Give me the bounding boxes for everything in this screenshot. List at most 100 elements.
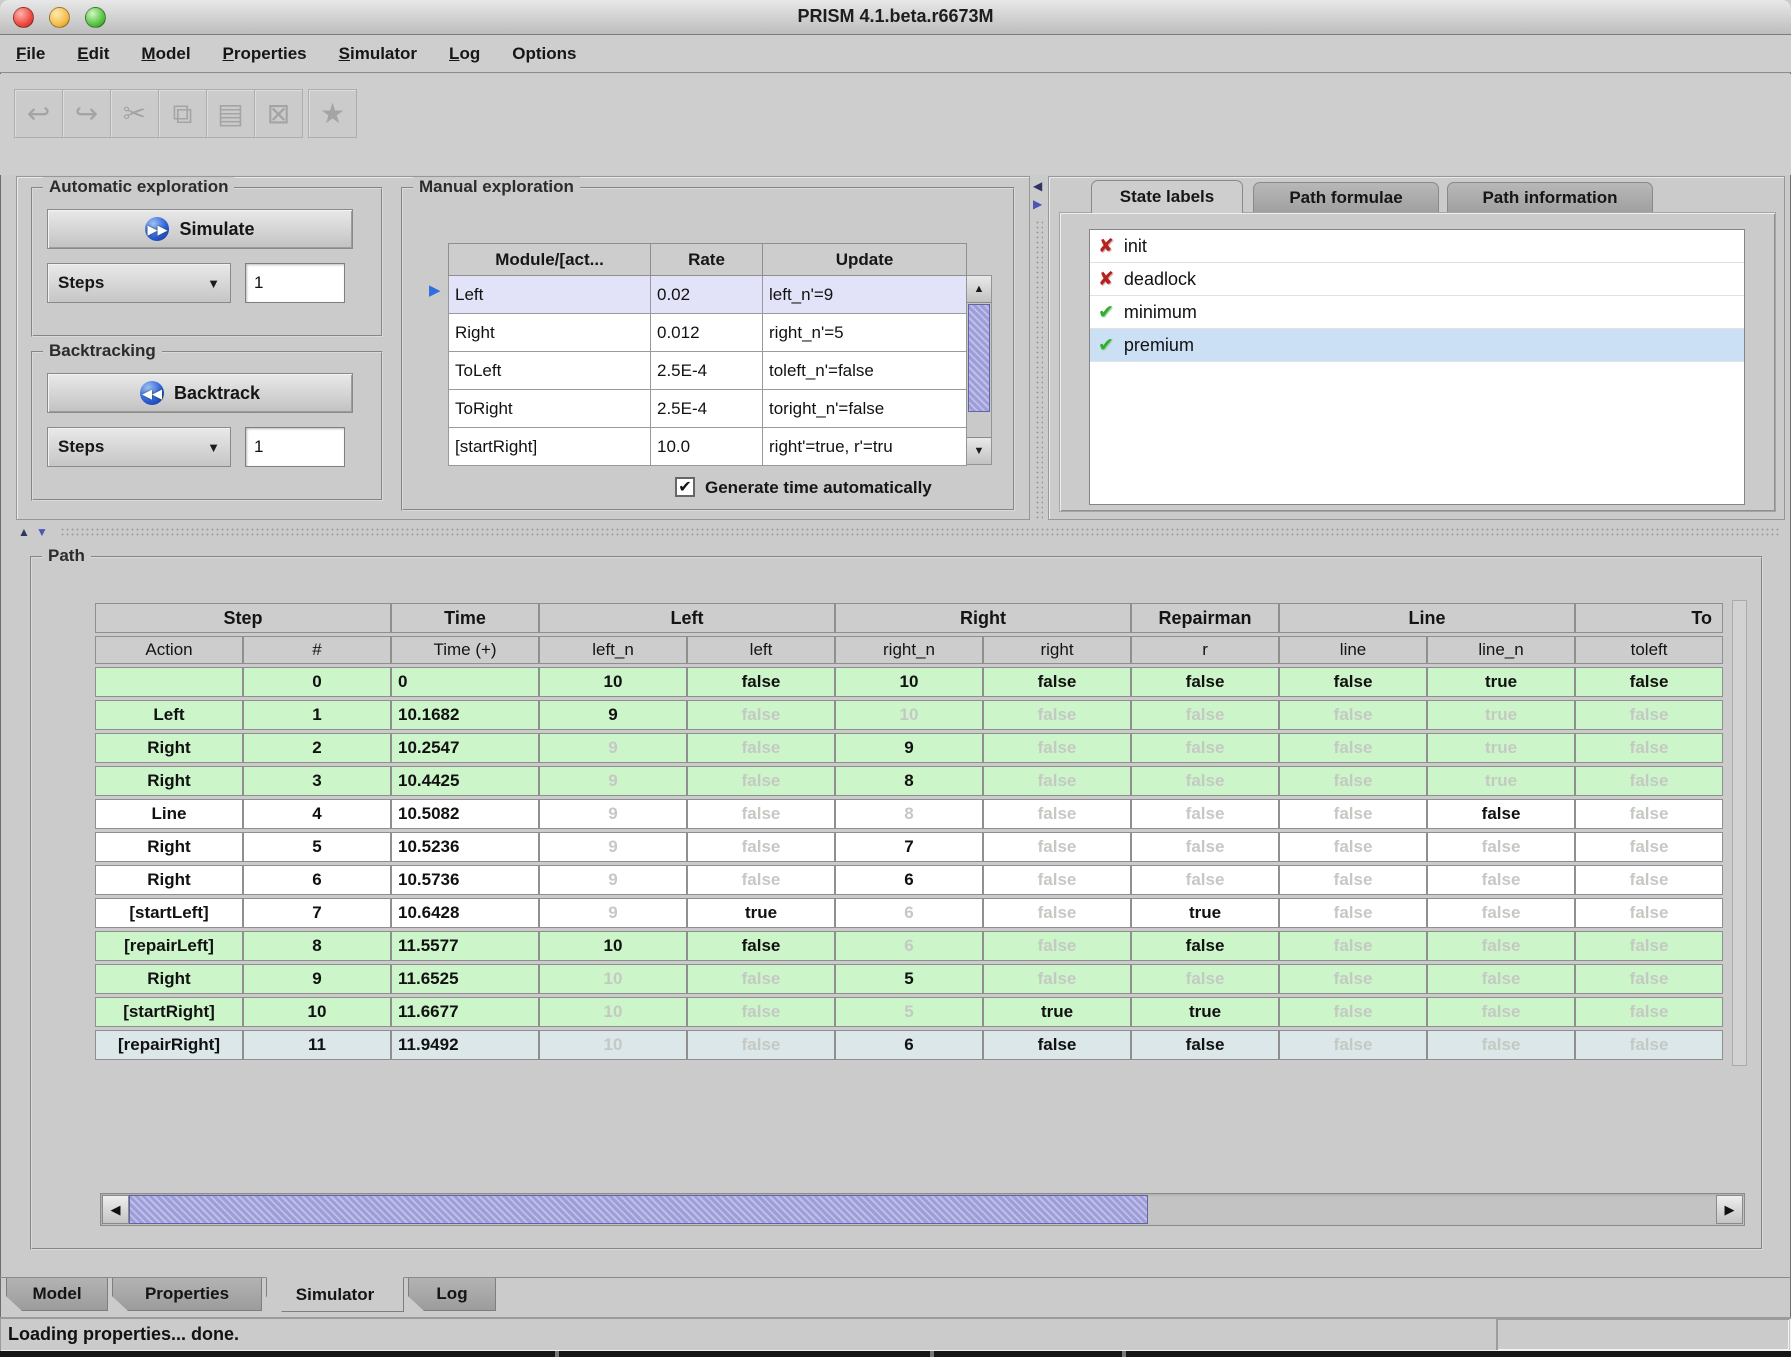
path-cell[interactable]: false (1279, 964, 1427, 994)
path-cell[interactable]: true (1131, 898, 1279, 928)
path-cell[interactable]: false (1427, 964, 1575, 994)
path-cell[interactable]: 6 (835, 931, 983, 961)
path-cell[interactable]: 10 (539, 931, 687, 961)
path-cell[interactable]: false (1575, 733, 1723, 763)
path-table-row[interactable]: Left110.16829false10falsefalsefalsetruef… (95, 700, 1723, 730)
path-cell[interactable]: 9 (539, 832, 687, 862)
path-cell[interactable]: false (1279, 799, 1427, 829)
paste-button[interactable]: ▤ (206, 89, 255, 138)
path-cell[interactable]: false (1575, 898, 1723, 928)
path-cell[interactable]: false (1575, 997, 1723, 1027)
path-cell[interactable]: false (1427, 997, 1575, 1027)
simulate-button[interactable]: ▶▶ Simulate (47, 209, 353, 249)
path-cell[interactable]: false (1427, 1030, 1575, 1060)
path-cell[interactable]: 7 (835, 832, 983, 862)
state-label-item-init[interactable]: ✘init (1090, 230, 1744, 263)
path-cell[interactable]: 3 (243, 766, 391, 796)
path-col-header[interactable]: left (687, 636, 835, 664)
path-cell[interactable]: true (1427, 667, 1575, 697)
path-cell[interactable]: false (687, 964, 835, 994)
path-group-header-line[interactable]: Line (1279, 603, 1575, 633)
path-cell[interactable]: [repairLeft] (95, 931, 243, 961)
path-cell[interactable]: false (1131, 832, 1279, 862)
path-cell[interactable]: 10 (539, 997, 687, 1027)
path-cell[interactable]: false (1427, 832, 1575, 862)
manual-table-row[interactable]: ToRight2.5E-4toright_n'=false (449, 390, 967, 428)
path-table-row[interactable]: Right510.52369false7falsefalsefalsefalse… (95, 832, 1723, 862)
path-cell[interactable]: [repairRight] (95, 1030, 243, 1060)
path-col-header[interactable]: Time (+) (391, 636, 539, 664)
manual-col-header[interactable]: Module/[act... (449, 244, 651, 276)
tab-path-information[interactable]: Path information (1447, 182, 1653, 213)
path-cell[interactable]: false (1279, 667, 1427, 697)
menu-item-simulator[interactable]: Simulator (339, 44, 417, 64)
path-cell[interactable]: false (1279, 733, 1427, 763)
path-cell[interactable] (95, 667, 243, 697)
path-cell[interactable]: 9 (539, 700, 687, 730)
path-cell[interactable]: 9 (539, 898, 687, 928)
path-cell[interactable]: 11.5577 (391, 931, 539, 961)
path-cell[interactable]: Right (95, 832, 243, 862)
path-cell[interactable]: 5 (835, 964, 983, 994)
path-cell[interactable]: 8 (243, 931, 391, 961)
path-cell[interactable]: false (983, 1030, 1131, 1060)
favorite-button[interactable]: ★ (308, 89, 357, 138)
manual-cell[interactable]: 2.5E-4 (651, 390, 763, 428)
path-cell[interactable]: false (983, 832, 1131, 862)
path-cell[interactable]: true (687, 898, 835, 928)
path-col-header[interactable]: Action (95, 636, 243, 664)
backtrack-steps-input[interactable]: 1 (245, 427, 345, 467)
collapse-left-icon[interactable]: ◀ (1033, 180, 1042, 192)
path-table-group-header[interactable]: StepTimeLeftRightRepairmanLineTo (95, 603, 1723, 633)
path-cell[interactable]: false (983, 865, 1131, 895)
manual-cell[interactable]: 0.02 (651, 276, 763, 314)
path-group-header-to[interactable]: To (1575, 603, 1723, 633)
path-cell[interactable]: false (983, 931, 1131, 961)
path-col-header[interactable]: toleft (1575, 636, 1723, 664)
collapse-down-icon[interactable]: ▼ (36, 526, 48, 538)
path-cell[interactable]: false (1279, 832, 1427, 862)
path-cell[interactable]: false (1575, 700, 1723, 730)
path-cell[interactable]: 9 (539, 733, 687, 763)
path-cell[interactable]: false (687, 931, 835, 961)
manual-cell[interactable]: 10.0 (651, 428, 763, 466)
vertical-splitter[interactable]: ◀ ▶ (1032, 176, 1046, 520)
path-cell[interactable]: 6 (835, 1030, 983, 1060)
manual-cell[interactable]: right'=true, r'=tru (763, 428, 967, 466)
path-cell[interactable]: Right (95, 766, 243, 796)
path-cell[interactable]: true (983, 997, 1131, 1027)
path-cell[interactable]: false (1427, 865, 1575, 895)
path-cell[interactable]: [startRight] (95, 997, 243, 1027)
simulate-steps-dropdown[interactable]: Steps ▼ (47, 263, 231, 303)
backtrack-steps-dropdown[interactable]: Steps ▼ (47, 427, 231, 467)
path-cell[interactable]: 6 (835, 865, 983, 895)
path-cell[interactable]: false (983, 799, 1131, 829)
manual-col-header[interactable]: Rate (651, 244, 763, 276)
path-cell[interactable]: 11.6525 (391, 964, 539, 994)
path-table-row[interactable]: [startRight]1011.667710false5truetruefal… (95, 997, 1723, 1027)
path-cell[interactable]: 10 (539, 667, 687, 697)
manual-table-row[interactable]: Right0.012right_n'=5 (449, 314, 967, 352)
path-cell[interactable]: 10.2547 (391, 733, 539, 763)
path-cell[interactable]: false (983, 700, 1131, 730)
path-table-row[interactable]: Line410.50829false8falsefalsefalsefalsef… (95, 799, 1723, 829)
menu-item-file[interactable]: File (16, 44, 45, 64)
path-cell[interactable]: false (1131, 1030, 1279, 1060)
manual-cell[interactable]: [startRight] (449, 428, 651, 466)
collapse-right-icon[interactable]: ▶ (1033, 198, 1042, 210)
collapse-up-icon[interactable]: ▲ (18, 526, 30, 538)
path-group-header-right[interactable]: Right (835, 603, 1131, 633)
tab-path-formulae[interactable]: Path formulae (1253, 182, 1439, 213)
manual-cell[interactable]: 2.5E-4 (651, 352, 763, 390)
simulate-steps-input[interactable]: 1 (245, 263, 345, 303)
scroll-left-icon[interactable]: ◀ (102, 1195, 129, 1224)
path-cell[interactable]: Right (95, 733, 243, 763)
path-table-row[interactable]: [startLeft]710.64289true6falsetruefalsef… (95, 898, 1723, 928)
path-cell[interactable]: false (1575, 667, 1723, 697)
scroll-up-icon[interactable]: ▲ (967, 276, 991, 303)
path-cell[interactable]: 0 (243, 667, 391, 697)
scroll-right-icon[interactable]: ▶ (1716, 1195, 1743, 1224)
manual-table-row[interactable]: [startRight]10.0right'=true, r'=tru (449, 428, 967, 466)
path-cell[interactable]: 10.5236 (391, 832, 539, 862)
menu-item-edit[interactable]: Edit (77, 44, 109, 64)
